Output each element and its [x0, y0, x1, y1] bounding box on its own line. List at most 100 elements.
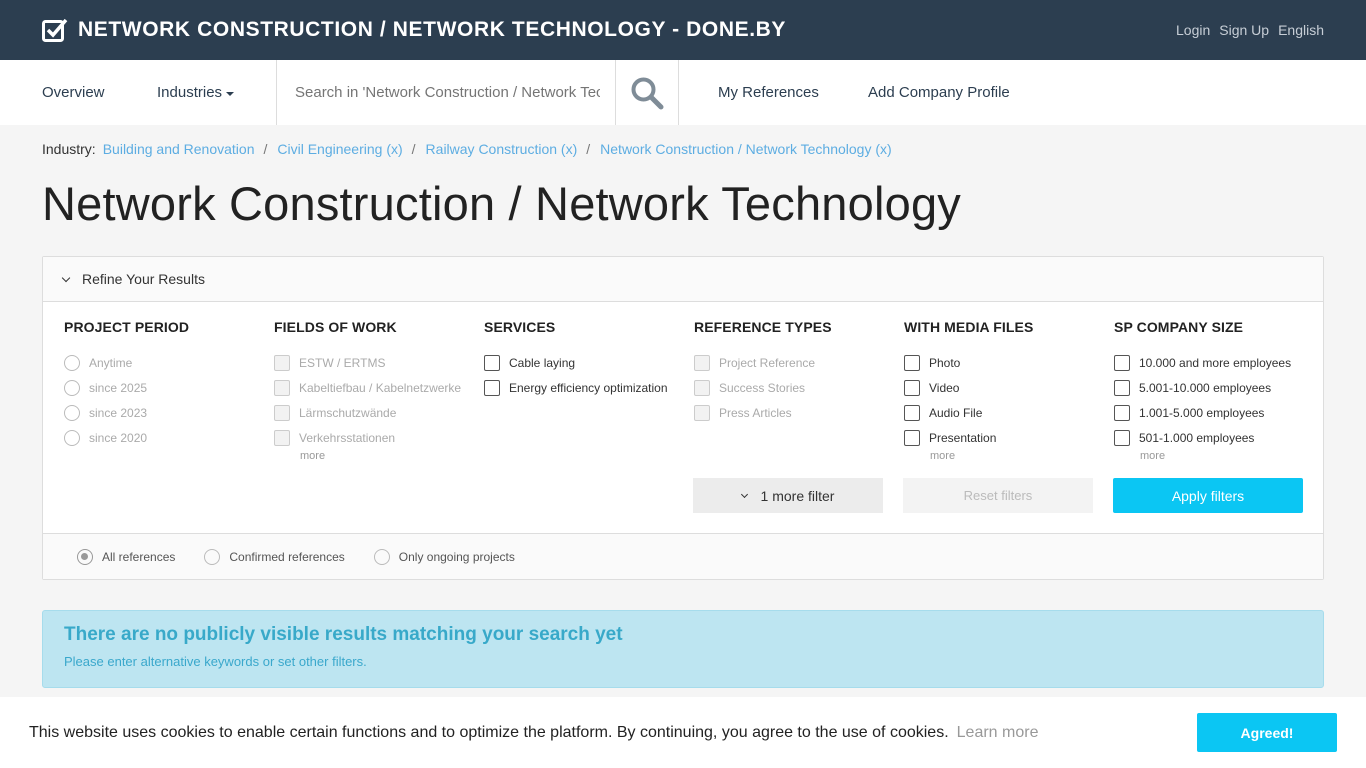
filter-option[interactable]: since 2023 [64, 400, 274, 425]
breadcrumb-item[interactable]: Building and Renovation [103, 141, 255, 157]
filter-group-media-files: WITH MEDIA FILES Photo Video Audio File … [904, 319, 1114, 462]
radio-button[interactable] [64, 429, 80, 446]
more-link[interactable]: more [300, 450, 484, 462]
filter-option[interactable]: Photo [904, 350, 1114, 375]
signup-link[interactable]: Sign Up [1219, 22, 1269, 38]
checkbox[interactable] [904, 379, 920, 396]
radio-button[interactable] [64, 354, 80, 371]
caret-down-icon [226, 92, 235, 96]
filter-option[interactable]: Energy efficiency optimization [484, 375, 694, 400]
radio-button[interactable] [204, 548, 221, 565]
filter-group-project-period: PROJECT PERIOD Anytime since 2025 since … [64, 319, 274, 462]
breadcrumb-item[interactable]: Railway Construction (x) [426, 141, 578, 157]
option-label: Only ongoing projects [398, 549, 515, 564]
checkbox[interactable] [484, 354, 500, 371]
search-box [276, 60, 616, 125]
scope-option-all[interactable]: All references [77, 548, 175, 565]
option-label: 1.001-5.000 employees [1139, 405, 1265, 420]
chevron-down-icon [61, 273, 71, 282]
filter-option[interactable]: since 2020 [64, 425, 274, 450]
option-label: Presentation [929, 430, 997, 445]
filter-option[interactable]: Audio File [904, 400, 1114, 425]
scope-option-ongoing[interactable]: Only ongoing projects [373, 548, 515, 565]
checkbox[interactable] [694, 379, 710, 396]
reset-filters-button[interactable]: Reset filters [903, 478, 1093, 513]
breadcrumb-item[interactable]: Network Construction / Network Technolog… [600, 141, 892, 157]
no-results-alert: There are no publicly visible results ma… [42, 610, 1324, 688]
apply-filters-button[interactable]: Apply filters [1113, 478, 1303, 513]
filter-option[interactable]: ESTW / ERTMS [274, 350, 484, 375]
search-input[interactable] [295, 84, 600, 101]
search-button[interactable] [616, 60, 679, 125]
filter-option[interactable]: 5.001-10.000 employees [1114, 375, 1324, 400]
nav-add-company-profile[interactable]: Add Company Profile [868, 60, 1028, 125]
option-label: Audio File [929, 405, 983, 420]
checkbox[interactable] [904, 404, 920, 421]
radio-button-selected[interactable] [77, 548, 93, 565]
filter-option[interactable]: 501-1.000 employees [1114, 425, 1324, 450]
filter-option[interactable]: Cable laying [484, 350, 694, 375]
brand[interactable]: NETWORK CONSTRUCTION / NETWORK TECHNOLOG… [42, 18, 786, 42]
option-label: since 2023 [89, 405, 148, 420]
filter-heading: Refine Your Results [82, 271, 205, 287]
checkbox[interactable] [274, 404, 290, 421]
more-filter-label: 1 more filter [760, 487, 835, 504]
language-link[interactable]: English [1278, 22, 1324, 38]
more-link[interactable]: more [930, 450, 1114, 462]
checkbox[interactable] [1114, 404, 1130, 421]
nav-industries[interactable]: Industries [157, 60, 276, 125]
checkbox-logo-icon [42, 18, 68, 42]
breadcrumb-item[interactable]: Civil Engineering (x) [277, 141, 402, 157]
breadcrumb-separator: / [263, 141, 268, 157]
checkbox[interactable] [1114, 429, 1130, 446]
alert-text: Please enter alternative keywords or set… [64, 654, 367, 669]
account-nav: Login Sign Up English [1176, 22, 1324, 38]
page-title: Network Construction / Network Technolog… [42, 177, 962, 230]
filter-option[interactable]: Anytime [64, 350, 274, 375]
option-label: Kabeltiefbau / Kabelnetzwerke [299, 380, 462, 395]
filter-group-company-size: SP COMPANY SIZE 10.000 and more employee… [1114, 319, 1324, 462]
filter-option[interactable]: Video [904, 375, 1114, 400]
nav-my-references[interactable]: My References [718, 60, 868, 125]
filter-option[interactable]: Success Stories [694, 375, 904, 400]
checkbox[interactable] [1114, 354, 1130, 371]
radio-button[interactable] [373, 548, 390, 565]
filter-option[interactable]: 10.000 and more employees [1114, 350, 1324, 375]
top-bar: NETWORK CONSTRUCTION / NETWORK TECHNOLOG… [0, 0, 1366, 60]
option-label: 501-1.000 employees [1139, 430, 1255, 445]
breadcrumb: Industry: Building and Renovation / Civi… [42, 141, 892, 157]
checkbox[interactable] [1114, 379, 1130, 396]
cookie-banner: This website uses cookies to enable cert… [0, 697, 1366, 768]
option-label: Success Stories [719, 380, 806, 395]
checkbox[interactable] [694, 354, 710, 371]
nav-overview[interactable]: Overview [42, 60, 157, 125]
agree-button[interactable]: Agreed! [1197, 713, 1337, 752]
learn-more-link[interactable]: Learn more [957, 724, 1039, 742]
filter-option[interactable]: Presentation [904, 425, 1114, 450]
more-link[interactable]: more [1140, 450, 1324, 462]
checkbox[interactable] [274, 354, 290, 371]
filter-option[interactable]: Kabeltiefbau / Kabelnetzwerke [274, 375, 484, 400]
filter-group-title: SERVICES [484, 319, 556, 335]
filter-group-title: REFERENCE TYPES [694, 319, 832, 335]
checkbox[interactable] [484, 379, 500, 396]
checkbox[interactable] [904, 429, 920, 446]
login-link[interactable]: Login [1176, 22, 1210, 38]
scope-option-confirmed[interactable]: Confirmed references [204, 548, 345, 565]
checkbox[interactable] [694, 404, 710, 421]
reference-scope: All references Confirmed references Only… [43, 533, 1323, 579]
checkbox[interactable] [904, 354, 920, 371]
filter-option[interactable]: Press Articles [694, 400, 904, 425]
filter-toggle[interactable]: Refine Your Results [43, 257, 1323, 302]
checkbox[interactable] [274, 429, 290, 446]
filter-option[interactable]: Lärmschutzwände [274, 400, 484, 425]
filter-group-title: SP COMPANY SIZE [1114, 319, 1244, 335]
filter-option[interactable]: 1.001-5.000 employees [1114, 400, 1324, 425]
filter-option[interactable]: Verkehrsstationen [274, 425, 484, 450]
filter-option[interactable]: since 2025 [64, 375, 274, 400]
more-filter-button[interactable]: 1 more filter [693, 478, 883, 513]
radio-button[interactable] [64, 404, 80, 421]
filter-option[interactable]: Project Reference [694, 350, 904, 375]
radio-button[interactable] [64, 379, 80, 396]
checkbox[interactable] [274, 379, 290, 396]
